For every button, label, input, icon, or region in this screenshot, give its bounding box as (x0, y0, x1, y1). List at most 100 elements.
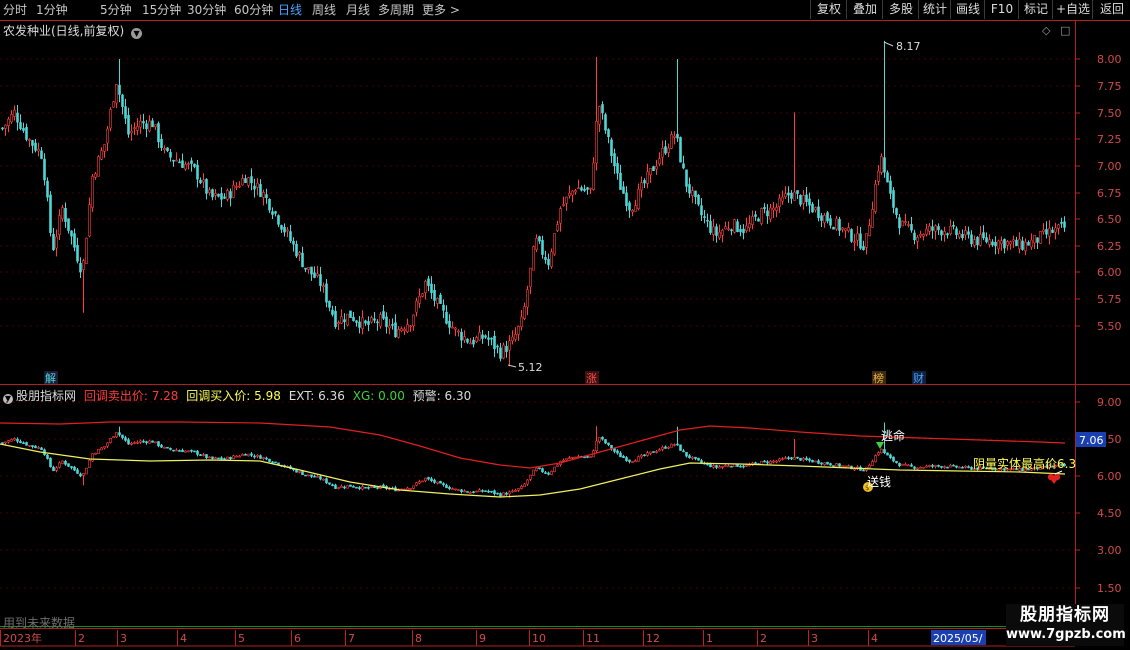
candle-body (604, 114, 607, 131)
candle-body (982, 232, 985, 239)
candle-body (1054, 227, 1057, 233)
candle-body (790, 457, 793, 460)
candlestick-series (1, 40, 1066, 367)
candle-body (838, 219, 841, 231)
candle-body (274, 211, 277, 214)
candle-body (199, 454, 202, 456)
candle-body (910, 464, 913, 467)
candle-body (151, 120, 154, 128)
candle-body (511, 336, 514, 342)
candle-body (517, 325, 520, 335)
candle-body (49, 194, 52, 233)
main-price-axis: 8.00 7.75 7.50 7.25 7.00 6.75 6.50 6.25 … (0, 53, 1122, 333)
candle-body (625, 457, 628, 461)
candle-body (406, 487, 409, 491)
candle-body (670, 443, 673, 448)
candle-body (214, 457, 217, 460)
candle-body (877, 452, 880, 456)
price-label: 5.50 (1097, 320, 1122, 333)
candle-body (706, 219, 709, 222)
candle-body (463, 336, 466, 341)
candle-body (763, 207, 766, 210)
candle-body (79, 473, 82, 477)
candle-body (517, 488, 520, 491)
candle-body (55, 236, 58, 249)
candle-body (541, 240, 544, 255)
candle-body (1060, 222, 1063, 224)
candle-body (412, 485, 415, 489)
candle-body (421, 480, 424, 483)
candle-body (745, 225, 748, 231)
candle-body (571, 190, 574, 196)
candle-body (772, 460, 775, 463)
candle-body (349, 310, 352, 318)
candle-body (484, 490, 487, 492)
price-label: 7.25 (1097, 133, 1122, 146)
candle-body (223, 196, 226, 199)
candle-body (472, 339, 475, 345)
candle-body (319, 274, 322, 286)
candle-body (820, 462, 823, 465)
candle-body (226, 190, 229, 200)
candle-body (835, 463, 838, 467)
candle-body (754, 214, 757, 217)
kline-chart[interactable]: 8.00 7.75 7.50 7.25 7.00 6.75 6.50 6.25 … (0, 0, 1130, 650)
candle-body (490, 490, 493, 493)
candle-body (973, 239, 976, 246)
candle-body (970, 234, 973, 245)
candle-body (448, 486, 451, 490)
down-arrow-icon (876, 442, 884, 449)
candle-body (811, 203, 814, 213)
candle-body (127, 114, 130, 135)
candle-body (97, 448, 100, 455)
candle-body (550, 251, 553, 267)
candle-body (442, 483, 445, 486)
candle-body (1006, 241, 1009, 246)
candle-body (976, 236, 979, 246)
candle-body (874, 455, 877, 463)
candle-body (952, 464, 955, 467)
time-label: 8 (415, 632, 422, 645)
candle-body (367, 487, 370, 489)
candle-body (1003, 239, 1006, 249)
candle-body (79, 263, 82, 273)
candle-body (667, 147, 670, 153)
candle-body (283, 226, 286, 233)
candle-body (589, 456, 592, 458)
candle-body (100, 447, 103, 451)
candle-body (700, 460, 703, 464)
candle-body (688, 455, 691, 458)
candle-body (442, 304, 445, 311)
candle-body (4, 441, 7, 444)
candle-body (19, 122, 22, 129)
candle-body (439, 480, 442, 484)
candle-body (472, 491, 475, 493)
price-label: 7.75 (1097, 80, 1122, 93)
candle-body (13, 438, 16, 441)
candle-body (538, 236, 541, 242)
candle-body (358, 321, 361, 328)
candle-body (208, 189, 211, 194)
candle-body (145, 123, 148, 130)
candle-body (916, 467, 919, 470)
candle-body (394, 322, 397, 338)
candle-body (319, 476, 322, 480)
candle-body (1057, 224, 1060, 229)
candle-body (901, 220, 904, 227)
svg-text:逃命: 逃命 (881, 428, 905, 443)
candle-body (784, 193, 787, 198)
candle-body (511, 490, 514, 493)
candle-body (997, 240, 1000, 250)
candle-body (934, 464, 937, 467)
candle-body (913, 232, 916, 241)
candle-body (535, 237, 538, 250)
candle-body (172, 159, 175, 162)
candle-body (907, 464, 910, 467)
candle-body (148, 120, 151, 132)
candle-body (1030, 239, 1033, 248)
candle-body (853, 241, 856, 244)
candle-body (838, 463, 841, 467)
time-label: 11 (586, 632, 600, 645)
candle-body (409, 325, 412, 328)
candle-body (499, 347, 502, 359)
